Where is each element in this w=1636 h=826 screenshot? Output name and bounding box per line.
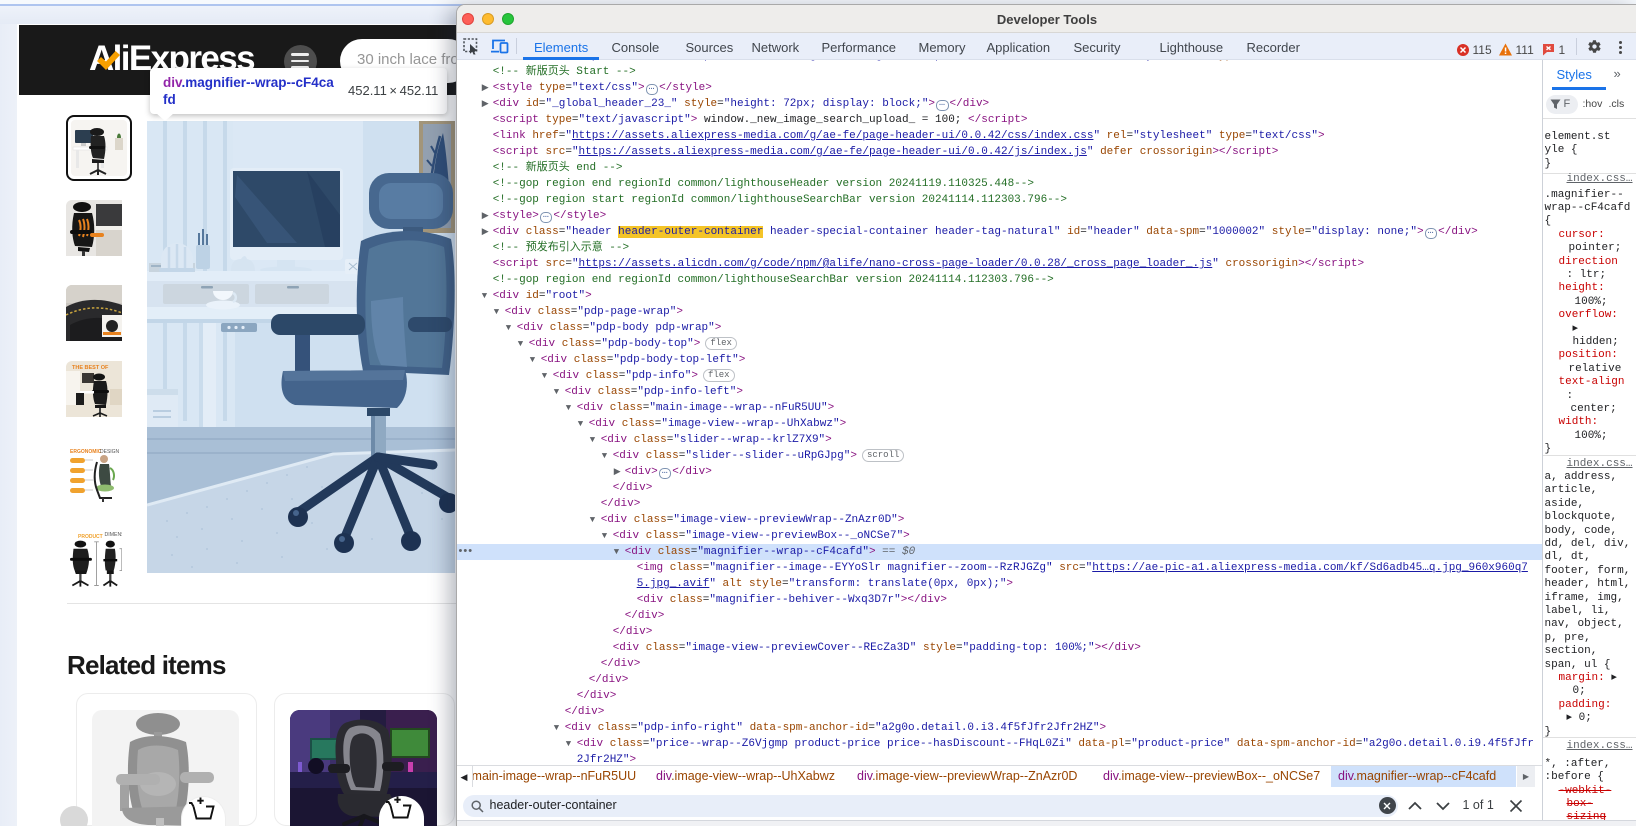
svg-text:ERGONOMIC: ERGONOMIC bbox=[70, 449, 102, 455]
svg-text:THE BEST OF: THE BEST OF bbox=[72, 365, 109, 371]
svg-text:PRODUCT: PRODUCT bbox=[78, 534, 103, 540]
svg-text:DIMENSION: DIMENSION bbox=[105, 532, 122, 538]
svg-text:DESIGN: DESIGN bbox=[100, 449, 120, 455]
